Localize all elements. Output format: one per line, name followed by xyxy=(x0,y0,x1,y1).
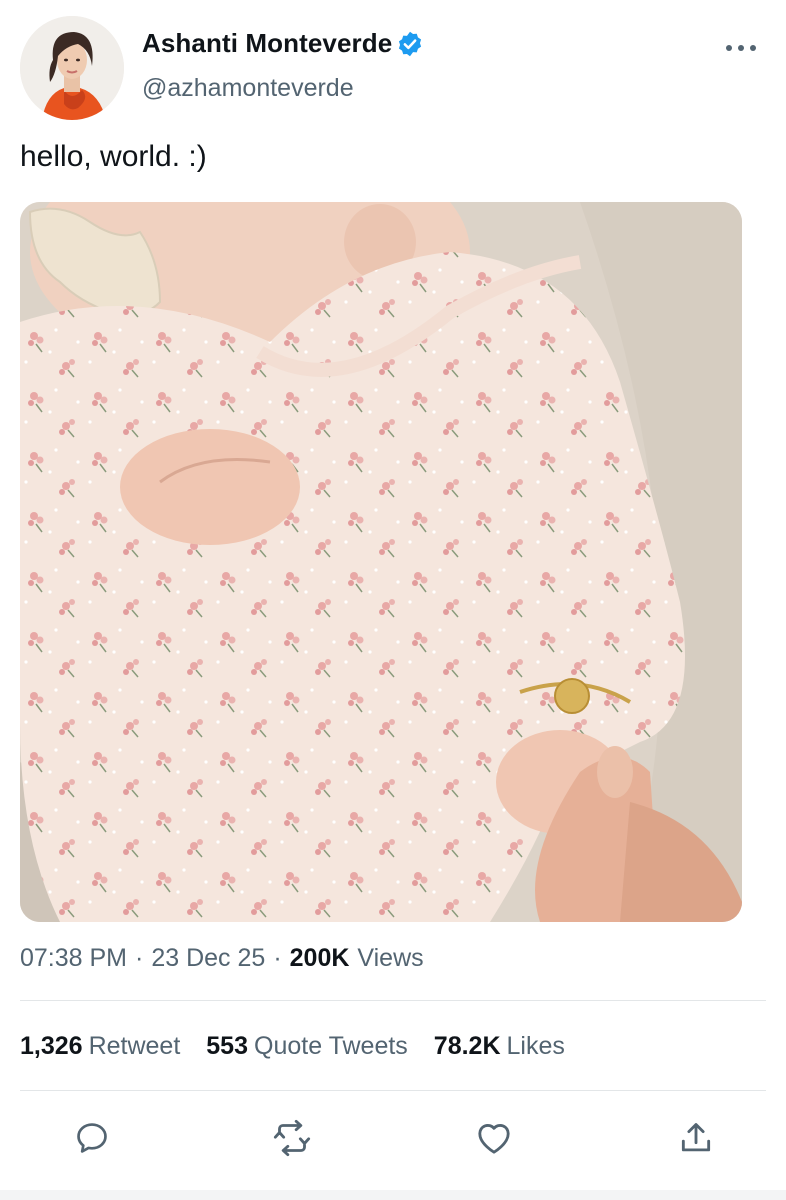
retweets-stat[interactable]: 1,326 Retweet xyxy=(20,1032,180,1061)
avatar[interactable] xyxy=(20,16,124,120)
tweet-time[interactable]: 07:38 PM xyxy=(20,944,127,973)
views-label: Views xyxy=(357,944,424,972)
retweets-count: 1,326 xyxy=(20,1032,83,1060)
bottom-divider xyxy=(0,1190,786,1200)
tweet-date[interactable]: 23 Dec 25 xyxy=(151,944,265,973)
meta-separator: · xyxy=(273,944,282,972)
verified-badge-icon xyxy=(396,30,424,58)
likes-stat[interactable]: 78.2K Likes xyxy=(434,1032,565,1061)
like-button[interactable] xyxy=(472,1116,516,1160)
divider xyxy=(20,1090,766,1091)
quotes-count: 553 xyxy=(206,1032,248,1060)
likes-count: 78.2K xyxy=(433,1032,501,1060)
more-horizontal-icon[interactable] xyxy=(726,36,756,60)
tweet-media-photo[interactable] xyxy=(20,202,742,922)
quotes-label: Quote Tweets xyxy=(254,1032,408,1060)
retweet-button[interactable] xyxy=(270,1116,314,1160)
retweets-label: Retweet xyxy=(88,1032,181,1060)
tweet-text: hello, world. :) xyxy=(20,140,207,173)
tweet-header: Ashanti Monteverde @azhamonteverde xyxy=(20,16,766,120)
divider xyxy=(20,1000,766,1001)
reply-button[interactable] xyxy=(70,1116,114,1160)
meta-separator: · xyxy=(135,944,144,972)
views-count: 200K xyxy=(289,944,350,972)
author-handle[interactable]: @azhamonteverde xyxy=(142,74,354,103)
reply-icon xyxy=(77,1123,107,1153)
retweet-icon xyxy=(273,1119,311,1157)
display-name[interactable]: Ashanti Monteverde xyxy=(142,28,392,59)
tweet-actions xyxy=(20,1108,766,1168)
baby-photo xyxy=(20,202,742,922)
heart-icon xyxy=(478,1124,510,1154)
tweet-stats: 1,326 Retweet 553 Quote Tweets 78.2K Likes xyxy=(20,1032,591,1061)
quotes-stat[interactable]: 553 Quote Tweets xyxy=(206,1032,408,1061)
author-name-row[interactable]: Ashanti Monteverde xyxy=(142,28,424,59)
tweet-meta: 07:38 PM · 23 Dec 25 · 200K Views xyxy=(20,944,424,973)
share-icon xyxy=(681,1123,711,1152)
share-button[interactable] xyxy=(674,1116,718,1160)
likes-label: Likes xyxy=(506,1032,565,1060)
avatar-photo xyxy=(20,16,124,120)
